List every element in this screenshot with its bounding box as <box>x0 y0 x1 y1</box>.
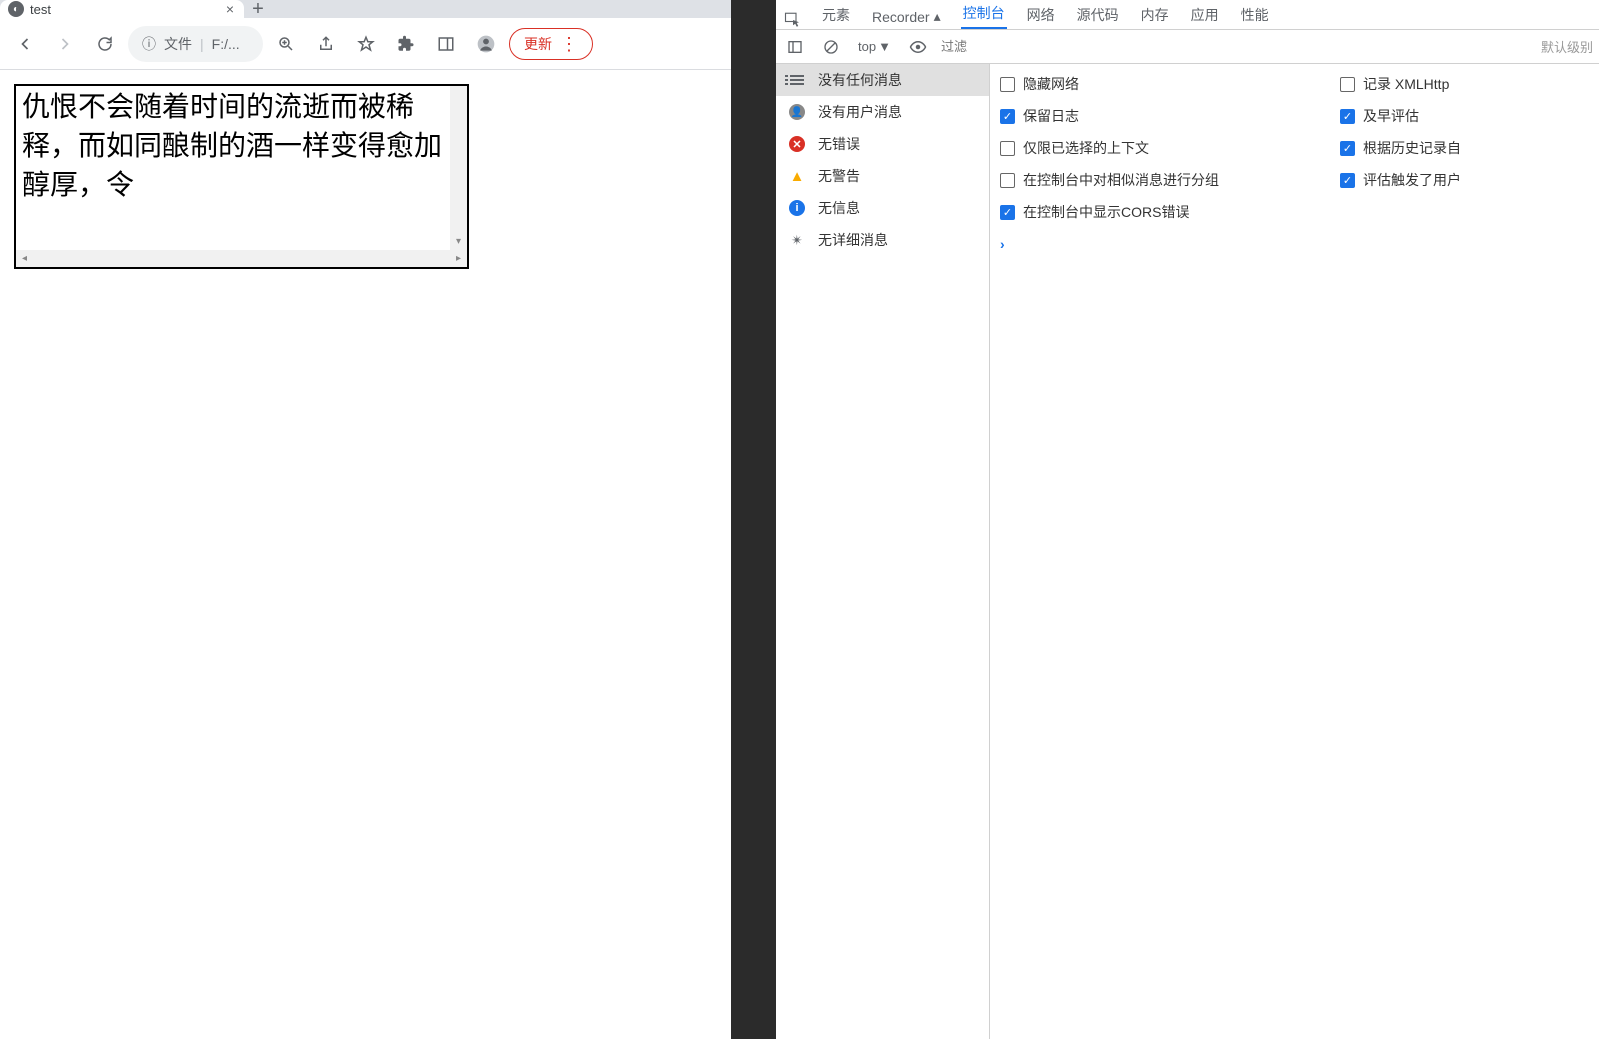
checkbox-icon[interactable]: ✓ <box>1340 141 1355 156</box>
sidebar-item-info[interactable]: i 无信息 <box>776 192 989 224</box>
update-button[interactable]: 更新 ⋮ <box>509 28 593 60</box>
context-dropdown[interactable]: top ▼ <box>854 37 895 56</box>
site-info-icon[interactable]: ⓘ <box>142 34 156 54</box>
settings-col-1: 隐藏网络 ✓保留日志 仅限已选择的上下文 在控制台中对相似消息进行分组 ✓在控制… <box>990 70 1330 226</box>
tab-title: test <box>30 2 220 17</box>
info-icon: i <box>788 199 806 217</box>
console-toolbar: top ▼ 默认级别 <box>776 30 1599 64</box>
console-settings: 隐藏网络 ✓保留日志 仅限已选择的上下文 在控制台中对相似消息进行分组 ✓在控制… <box>990 64 1599 1039</box>
clear-console-button[interactable] <box>818 34 844 60</box>
close-tab-icon[interactable]: × <box>226 1 234 17</box>
extensions-icon[interactable] <box>389 27 423 61</box>
sidebar-item-all[interactable]: 没有任何消息 <box>776 64 989 96</box>
checkbox-icon[interactable]: ✓ <box>1340 173 1355 188</box>
tab-recorder[interactable]: Recorder ▴ <box>870 4 943 29</box>
inspect-icon[interactable] <box>784 11 802 29</box>
live-expression-button[interactable] <box>905 34 931 60</box>
browser-tab[interactable]: ◐ test × <box>0 0 244 18</box>
checkbox-icon[interactable]: ✓ <box>1000 109 1015 124</box>
context-label: top <box>858 39 876 54</box>
sidebar-item-label: 无信息 <box>818 198 860 218</box>
checkbox-selected-context[interactable]: 仅限已选择的上下文 <box>1000 138 1320 158</box>
sidebar-item-user[interactable]: 👤 没有用户消息 <box>776 96 989 128</box>
browser-toolbar: ⓘ 文件 | F:/... 更新 ⋮ <box>0 18 731 70</box>
reload-button[interactable] <box>88 27 122 61</box>
sidepanel-icon[interactable] <box>429 27 463 61</box>
bookmark-icon[interactable] <box>349 27 383 61</box>
sidebar-item-verbose[interactable]: ✴ 无详细消息 <box>776 224 989 256</box>
checkbox-icon[interactable] <box>1000 173 1015 188</box>
list-icon <box>788 71 806 89</box>
sidebar-item-warnings[interactable]: ▲ 无警告 <box>776 160 989 192</box>
address-separator: | <box>200 36 204 52</box>
pane-divider[interactable] <box>731 0 776 1039</box>
checkbox-icon[interactable]: ✓ <box>1340 109 1355 124</box>
sidebar-item-label: 没有用户消息 <box>818 102 902 122</box>
devtools-panel: 元素 Recorder ▴ 控制台 网络 源代码 内存 应用 性能 top ▼ … <box>776 0 1599 1039</box>
console-sidebar: 没有任何消息 👤 没有用户消息 ✕ 无错误 ▲ 无警告 i 无信息 ✴ 无详细消… <box>776 64 990 1039</box>
forward-button[interactable] <box>48 27 82 61</box>
checkbox-user-activation[interactable]: ✓评估触发了用户 <box>1340 170 1461 190</box>
checkbox-eager-eval[interactable]: ✓及早评估 <box>1340 106 1461 126</box>
filter-input[interactable] <box>941 39 1531 54</box>
new-tab-button[interactable]: + <box>244 0 272 18</box>
sidebar-item-label: 无警告 <box>818 166 860 186</box>
console-prompt[interactable]: › <box>990 232 1599 256</box>
page-textbox[interactable]: 仇恨不会随着时间的流逝而被稀释，而如同酿制的酒一样变得愈加醇厚，令 ▾ ◂ ▸ <box>14 84 469 269</box>
error-icon: ✕ <box>788 135 806 153</box>
checkbox-show-cors[interactable]: ✓在控制台中显示CORS错误 <box>1000 202 1320 222</box>
checkbox-group-similar[interactable]: 在控制台中对相似消息进行分组 <box>1000 170 1320 190</box>
tab-console[interactable]: 控制台 <box>961 0 1007 29</box>
checkbox-icon[interactable] <box>1000 141 1015 156</box>
checkbox-icon[interactable]: ✓ <box>1000 205 1015 220</box>
textbox-text: 仇恨不会随着时间的流逝而被稀释，而如同酿制的酒一样变得愈加醇厚，令 <box>22 88 450 206</box>
address-path: F:/... <box>212 36 240 52</box>
scroll-left-icon[interactable]: ◂ <box>16 250 33 267</box>
share-icon[interactable] <box>309 27 343 61</box>
warning-icon: ▲ <box>788 167 806 185</box>
checkbox-icon[interactable] <box>1340 77 1355 92</box>
sidebar-item-errors[interactable]: ✕ 无错误 <box>776 128 989 160</box>
sidebar-item-label: 无详细消息 <box>818 230 888 250</box>
tab-bar: ◐ test × + <box>0 0 731 18</box>
menu-dots-icon[interactable]: ⋮ <box>560 35 578 53</box>
toggle-sidebar-button[interactable] <box>782 34 808 60</box>
checkbox-preserve-log[interactable]: ✓保留日志 <box>1000 106 1320 126</box>
scrollbar-horizontal[interactable]: ◂ ▸ <box>16 250 467 267</box>
console-body: 没有任何消息 👤 没有用户消息 ✕ 无错误 ▲ 无警告 i 无信息 ✴ 无详细消… <box>776 64 1599 1039</box>
tab-elements[interactable]: 元素 <box>820 1 852 29</box>
tab-application[interactable]: 应用 <box>1189 1 1221 29</box>
update-label: 更新 <box>524 34 552 54</box>
address-bar[interactable]: ⓘ 文件 | F:/... <box>128 26 263 62</box>
address-label: 文件 <box>164 34 192 54</box>
sidebar-item-label: 没有任何消息 <box>818 70 902 90</box>
user-icon: 👤 <box>788 103 806 121</box>
tab-performance[interactable]: 性能 <box>1239 1 1271 29</box>
browser-window: ◐ test × + ⓘ 文件 | F:/... <box>0 0 731 1039</box>
tab-network[interactable]: 网络 <box>1025 1 1057 29</box>
levels-dropdown[interactable]: 默认级别 <box>1541 37 1593 56</box>
scrollbar-vertical[interactable]: ▾ <box>450 86 467 250</box>
devtools-tabs: 元素 Recorder ▴ 控制台 网络 源代码 内存 应用 性能 <box>776 0 1599 30</box>
checkbox-icon[interactable] <box>1000 77 1015 92</box>
sidebar-item-label: 无错误 <box>818 134 860 154</box>
scroll-down-icon[interactable]: ▾ <box>450 233 467 250</box>
tab-sources[interactable]: 源代码 <box>1075 1 1121 29</box>
chevron-down-icon: ▼ <box>878 39 891 54</box>
filter-box[interactable] <box>941 39 1531 54</box>
scroll-right-icon[interactable]: ▸ <box>450 250 467 267</box>
settings-col-2: 记录 XMLHttp ✓及早评估 ✓根据历史记录自 ✓评估触发了用户 <box>1330 70 1471 226</box>
checkbox-log-xhr[interactable]: 记录 XMLHttp <box>1340 74 1461 94</box>
profile-icon[interactable] <box>469 27 503 61</box>
favicon-icon: ◐ <box>8 1 24 17</box>
back-button[interactable] <box>8 27 42 61</box>
tab-memory[interactable]: 内存 <box>1139 1 1171 29</box>
zoom-icon[interactable] <box>269 27 303 61</box>
recorder-badge-icon: ▴ <box>934 8 941 25</box>
page-content: 仇恨不会随着时间的流逝而被稀释，而如同酿制的酒一样变得愈加醇厚，令 ▾ ◂ ▸ <box>0 70 731 1039</box>
bug-icon: ✴ <box>788 231 806 249</box>
checkbox-hide-network[interactable]: 隐藏网络 <box>1000 74 1320 94</box>
checkbox-history-autocomplete[interactable]: ✓根据历史记录自 <box>1340 138 1461 158</box>
